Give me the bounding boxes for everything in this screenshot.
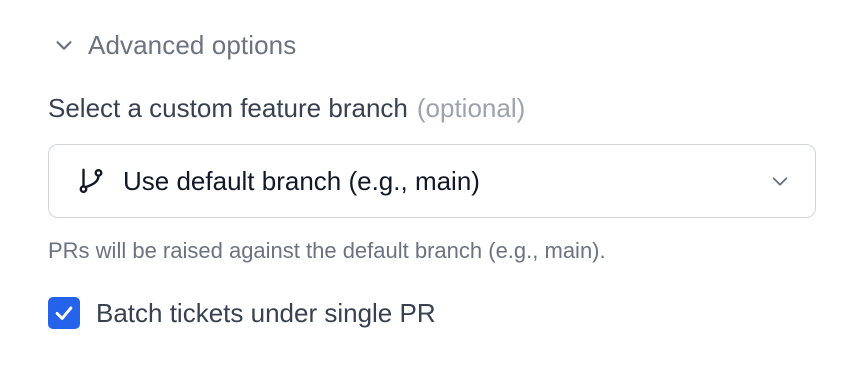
batch-tickets-label: Batch tickets under single PR [96,297,436,328]
batch-tickets-checkbox[interactable] [48,297,80,329]
advanced-options-label: Advanced options [88,29,297,60]
branch-select-value: Use default branch (e.g., main) [123,165,480,196]
chevron-down-icon [52,33,76,57]
branch-field-label-text: Select a custom feature branch [48,92,408,123]
branch-field-label: Select a custom feature branch (optional… [48,88,525,128]
optional-label: (optional) [416,92,526,123]
git-branch-icon [75,165,107,197]
checkmark-icon [55,306,73,320]
chevron-down-icon [767,168,793,194]
branch-select[interactable]: Use default branch (e.g., main) [48,144,816,218]
advanced-options-toggle[interactable]: Advanced options [52,26,296,64]
batch-tickets-option[interactable]: Batch tickets under single PR [48,294,436,332]
branch-helper-text: PRs will be raised against the default b… [48,238,606,263]
